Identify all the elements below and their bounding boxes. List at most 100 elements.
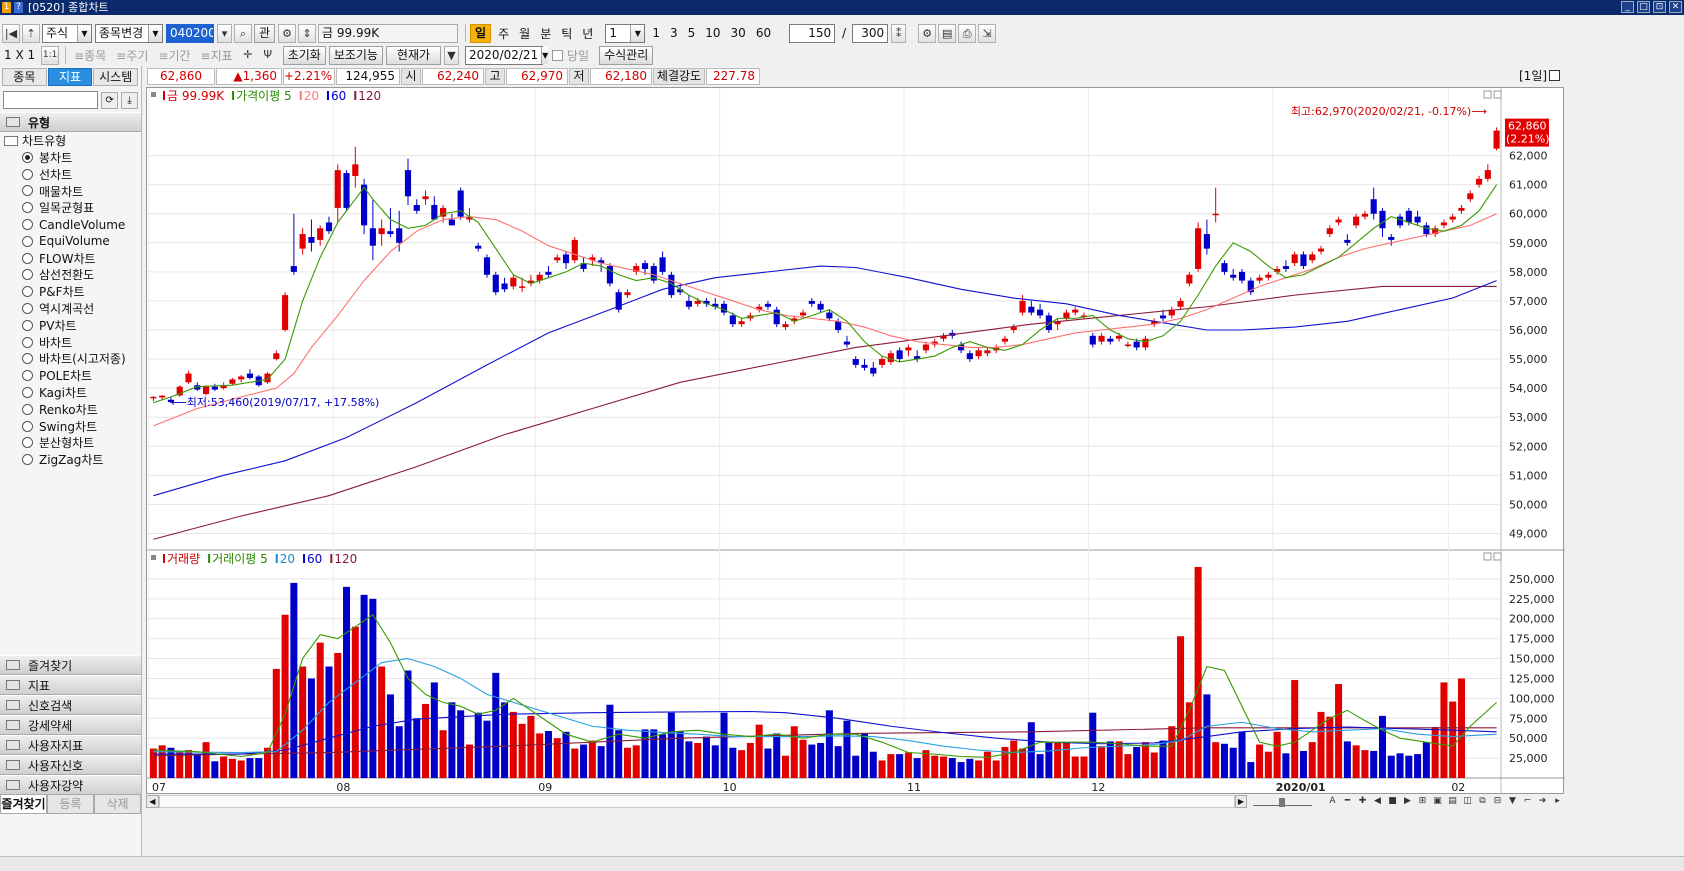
chart-type-item[interactable]: Kagi차트: [0, 384, 141, 401]
text-tool-icon[interactable]: A: [1326, 795, 1339, 808]
radio-button[interactable]: [22, 336, 33, 348]
scroll-left-icon[interactable]: ◀: [146, 795, 159, 808]
aux-function-button[interactable]: 보조기능: [328, 45, 383, 65]
chart-type-item[interactable]: 매물차트: [0, 183, 141, 200]
more-icon[interactable]: ▸: [1551, 795, 1564, 808]
chart-type-item[interactable]: POLE차트: [0, 367, 141, 384]
chart-type-item[interactable]: 분산형차트: [0, 435, 141, 452]
window-badge-icon[interactable]: 1: [2, 2, 11, 13]
compare-indicator-button[interactable]: ≡지표: [197, 47, 237, 64]
register-button[interactable]: 등록: [47, 794, 94, 814]
radio-button[interactable]: [22, 235, 33, 247]
end-icon[interactable]: ➜: [1536, 795, 1549, 808]
indicator-group[interactable]: 사용자신호: [0, 755, 141, 775]
chart-type-item[interactable]: ZigZag차트: [0, 451, 141, 468]
radio-button[interactable]: [22, 454, 33, 466]
chart-type-item[interactable]: 일목균형표: [0, 199, 141, 216]
today-checkbox[interactable]: [551, 49, 563, 61]
indicator-group[interactable]: 신호검색: [0, 695, 141, 715]
zoom-in-icon[interactable]: ✚: [1356, 795, 1369, 808]
radio-button[interactable]: [22, 303, 33, 315]
compare-stock-button[interactable]: ≡종목: [70, 47, 110, 64]
pin-icon[interactable]: ⇡: [22, 23, 40, 43]
period-count-select[interactable]: 1 ▼: [605, 23, 646, 43]
chart-scrollbar[interactable]: ◀ ▶ A ━ ✚ ◀ ■ ▶ ⊞ ▣ ▤ ◫ ⧉ ⊟ ▼ ⌐ ➜ ▸: [146, 794, 1564, 809]
period-month-button[interactable]: 월: [515, 25, 534, 42]
stock-change-select[interactable]: 종목변경 ▼: [95, 23, 163, 43]
layout-icon[interactable]: ⊟: [1491, 795, 1504, 808]
radio-button[interactable]: [22, 437, 33, 449]
link-icon[interactable]: ⚙: [278, 23, 297, 43]
interval-3-button[interactable]: 3: [666, 26, 682, 40]
radio-button[interactable]: [22, 353, 33, 365]
radio-button[interactable]: [22, 403, 33, 415]
period-week-button[interactable]: 주: [494, 25, 513, 42]
period-day-button[interactable]: 일: [470, 23, 492, 43]
period-indicator[interactable]: [1일]: [1519, 67, 1561, 84]
save-icon[interactable]: ▤: [938, 23, 957, 43]
image-icon[interactable]: ▣: [1431, 795, 1444, 808]
price-type-button[interactable]: 현재가: [385, 45, 441, 65]
radio-button[interactable]: [22, 219, 33, 231]
chevron-down-icon[interactable]: ▼: [443, 45, 459, 65]
grid-icon[interactable]: ⊞: [1416, 795, 1429, 808]
search-icon[interactable]: ⌕: [234, 23, 252, 43]
indicator-group[interactable]: 지표: [0, 675, 141, 695]
prev-icon[interactable]: ◀: [1371, 795, 1384, 808]
chart-type-item[interactable]: EquiVolume: [0, 233, 141, 250]
window-icon[interactable]: ◫: [1461, 795, 1474, 808]
stock-code-input[interactable]: 04020000: [166, 23, 214, 43]
last-icon[interactable]: ⌐: [1521, 795, 1534, 808]
scroll-right-icon[interactable]: ▶: [1234, 795, 1248, 808]
interval-1-button[interactable]: 1: [648, 26, 664, 40]
radio-button[interactable]: [22, 185, 33, 197]
chart-type-item[interactable]: Swing차트: [0, 418, 141, 435]
compare-period-button[interactable]: ≡주기: [112, 47, 152, 64]
scroll-track[interactable]: [158, 795, 1235, 808]
chart-canvas[interactable]: 62,000 61,000 60,000 59,000 58,000 57,000 56,0…: [147, 88, 1565, 795]
tab-system[interactable]: 시스템: [93, 68, 139, 86]
chart-type-item[interactable]: PV차트: [0, 317, 141, 334]
radio-button[interactable]: [22, 168, 33, 180]
updown-icon[interactable]: ⇕: [298, 23, 317, 43]
chart-type-item[interactable]: 선차트: [0, 166, 141, 183]
indicator-group[interactable]: 즐겨찾기: [0, 655, 141, 675]
zoom-icon[interactable]: ⁑: [891, 23, 907, 43]
interval-60-button[interactable]: 60: [752, 26, 775, 40]
total-count-input[interactable]: 300: [852, 23, 889, 43]
minimize-icon[interactable]: _: [1621, 1, 1634, 13]
config-icon[interactable]: ⚙: [918, 23, 937, 43]
indicator-group[interactable]: 강세약세: [0, 715, 141, 735]
chart-type-item[interactable]: P&F차트: [0, 283, 141, 300]
watchlist-button[interactable]: 관: [254, 23, 276, 43]
first-icon[interactable]: |◀: [2, 23, 20, 43]
radio-button[interactable]: [22, 151, 33, 163]
expand-icon[interactable]: ⇲: [978, 23, 997, 43]
help-icon[interactable]: ?: [14, 2, 23, 13]
save-chart-icon[interactable]: ▤: [1446, 795, 1459, 808]
maximize-icon[interactable]: [1549, 70, 1561, 81]
radio-button[interactable]: [22, 319, 33, 331]
display-count-input[interactable]: 150: [789, 23, 836, 43]
compare-term-button[interactable]: ≡기간: [154, 47, 194, 64]
ratio-button[interactable]: 1:1: [41, 45, 60, 65]
formula-button[interactable]: 수식관리: [599, 45, 654, 65]
radio-button[interactable]: [22, 202, 33, 214]
group-type[interactable]: 유형: [0, 112, 141, 132]
indicator-group[interactable]: 사용자지표: [0, 735, 141, 755]
interval-30-button[interactable]: 30: [727, 26, 750, 40]
close-icon[interactable]: ✕: [1669, 1, 1682, 13]
refresh-icon[interactable]: ⟳: [101, 91, 119, 109]
favorites-tab[interactable]: 즐겨찾기: [0, 794, 47, 814]
down-icon[interactable]: ▼: [1506, 795, 1519, 808]
settings-icon[interactable]: ⊡: [1653, 1, 1666, 13]
crosshair-icon[interactable]: ✛: [239, 46, 257, 65]
chart-type-item[interactable]: FLOW차트: [0, 250, 141, 267]
period-minute-button[interactable]: 분: [536, 25, 555, 42]
copy-icon[interactable]: ⧉: [1476, 795, 1489, 808]
stop-icon[interactable]: ■: [1386, 795, 1399, 808]
date-select[interactable]: 2020/02/21 ▼: [464, 45, 549, 65]
zoom-slider[interactable]: [1253, 797, 1312, 807]
reset-button[interactable]: 초기화: [282, 45, 326, 65]
chart-type-item[interactable]: 바차트: [0, 334, 141, 351]
